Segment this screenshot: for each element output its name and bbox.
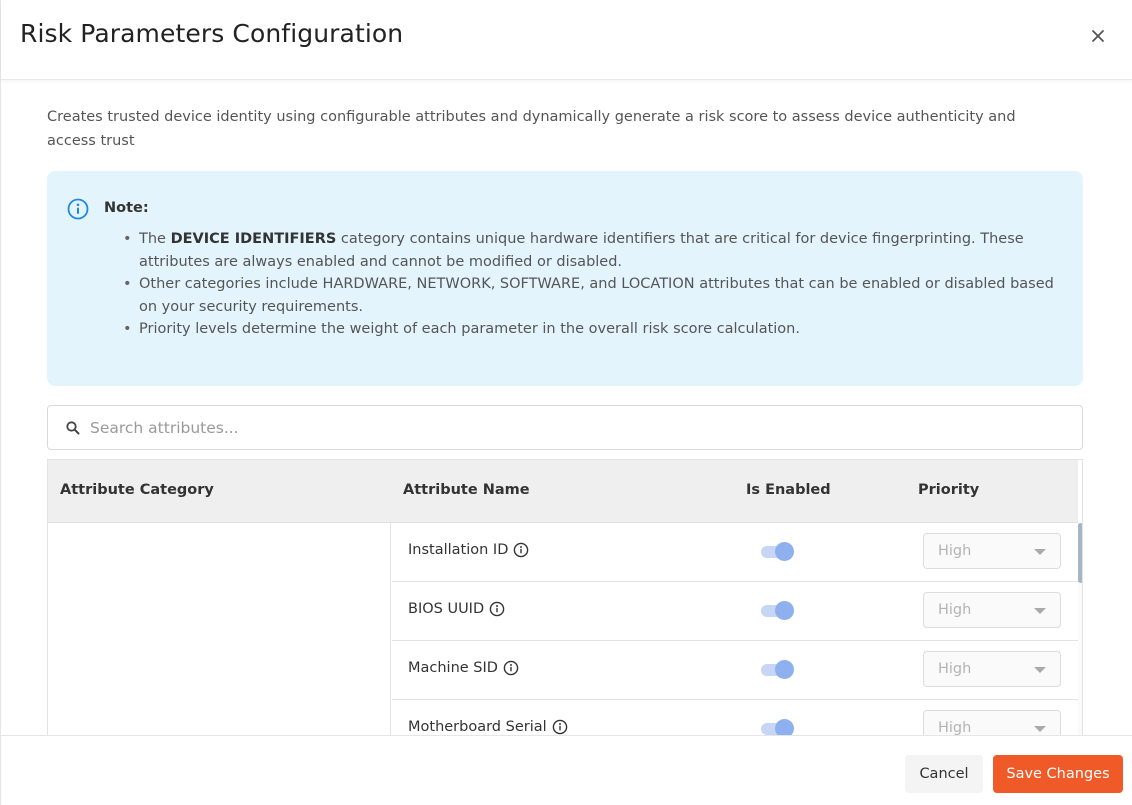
priority-select[interactable]: High	[923, 533, 1061, 569]
chevron-down-icon	[1034, 726, 1046, 732]
header-priority: Priority	[918, 482, 980, 498]
priority-value: High	[938, 720, 972, 735]
table-header: Attribute Category Attribute Name Is Ena…	[48, 460, 1078, 523]
priority-value: High	[938, 661, 972, 677]
attribute-name: BIOS UUID	[408, 601, 505, 617]
note-item: The DEVICE IDENTIFIERS category contains…	[123, 228, 1069, 273]
info-icon[interactable]	[489, 601, 505, 617]
attribute-name: Installation ID	[408, 542, 529, 558]
modal-header: Risk Parameters Configuration	[1, 0, 1132, 80]
close-icon[interactable]	[1086, 24, 1110, 48]
attribute-name-label: Machine SID	[408, 660, 498, 676]
scrollbar-thumb[interactable]	[1078, 523, 1082, 583]
attribute-name-label: BIOS UUID	[408, 601, 485, 617]
modal-description: Creates trusted device identity using co…	[47, 109, 1016, 149]
table-row: Installation ID High	[392, 523, 1078, 582]
info-icon[interactable]	[503, 660, 519, 676]
note-item-bold: DEVICE IDENTIFIERS	[170, 231, 337, 247]
risk-parameters-modal: Risk Parameters Configuration Creates tr…	[0, 0, 1132, 805]
cancel-button[interactable]: Cancel	[905, 755, 983, 793]
table-row: BIOS UUID High	[392, 582, 1078, 641]
search-input[interactable]	[90, 414, 1060, 442]
table-row: Motherboard Serial High	[392, 700, 1078, 735]
attribute-name: Motherboard Serial	[408, 719, 568, 735]
enabled-toggle[interactable]	[759, 718, 795, 735]
note-list: The DEVICE IDENTIFIERS category contains…	[123, 228, 1069, 341]
chevron-down-icon	[1034, 549, 1046, 555]
note-item: Other categories include HARDWARE, NETWO…	[123, 273, 1069, 318]
search-icon	[66, 421, 80, 435]
save-changes-button[interactable]: Save Changes	[993, 755, 1123, 793]
attribute-name-label: Installation ID	[408, 542, 509, 558]
enabled-toggle[interactable]	[759, 541, 795, 561]
modal-title: Risk Parameters Configuration	[20, 19, 404, 48]
attribute-name-label: Motherboard Serial	[408, 719, 547, 735]
header-attribute-name: Attribute Name	[403, 482, 530, 498]
note-title: Note:	[104, 200, 149, 216]
category-cell	[48, 523, 391, 735]
enabled-toggle[interactable]	[759, 600, 795, 620]
enabled-toggle[interactable]	[759, 659, 795, 679]
attribute-name: Machine SID	[408, 660, 519, 676]
priority-select[interactable]: High	[923, 651, 1061, 687]
chevron-down-icon	[1034, 667, 1046, 673]
search-box[interactable]	[47, 405, 1083, 450]
chevron-down-icon	[1034, 608, 1046, 614]
priority-value: High	[938, 543, 972, 559]
info-icon[interactable]	[513, 542, 529, 558]
info-circle-icon	[67, 198, 89, 220]
attributes-table: Attribute Category Attribute Name Is Ena…	[47, 459, 1083, 735]
header-is-enabled: Is Enabled	[746, 482, 831, 498]
header-attribute-category: Attribute Category	[60, 482, 214, 498]
info-icon[interactable]	[552, 719, 568, 735]
note-panel: Note: The DEVICE IDENTIFIERS category co…	[47, 171, 1083, 386]
modal-footer: Cancel Save Changes	[1, 735, 1132, 805]
table-row: Machine SID High	[392, 641, 1078, 700]
table-scrollbar[interactable]	[1078, 523, 1082, 735]
priority-select[interactable]: High	[923, 710, 1061, 735]
priority-select[interactable]: High	[923, 592, 1061, 628]
priority-value: High	[938, 602, 972, 618]
note-item: Priority levels determine the weight of …	[123, 318, 1069, 341]
